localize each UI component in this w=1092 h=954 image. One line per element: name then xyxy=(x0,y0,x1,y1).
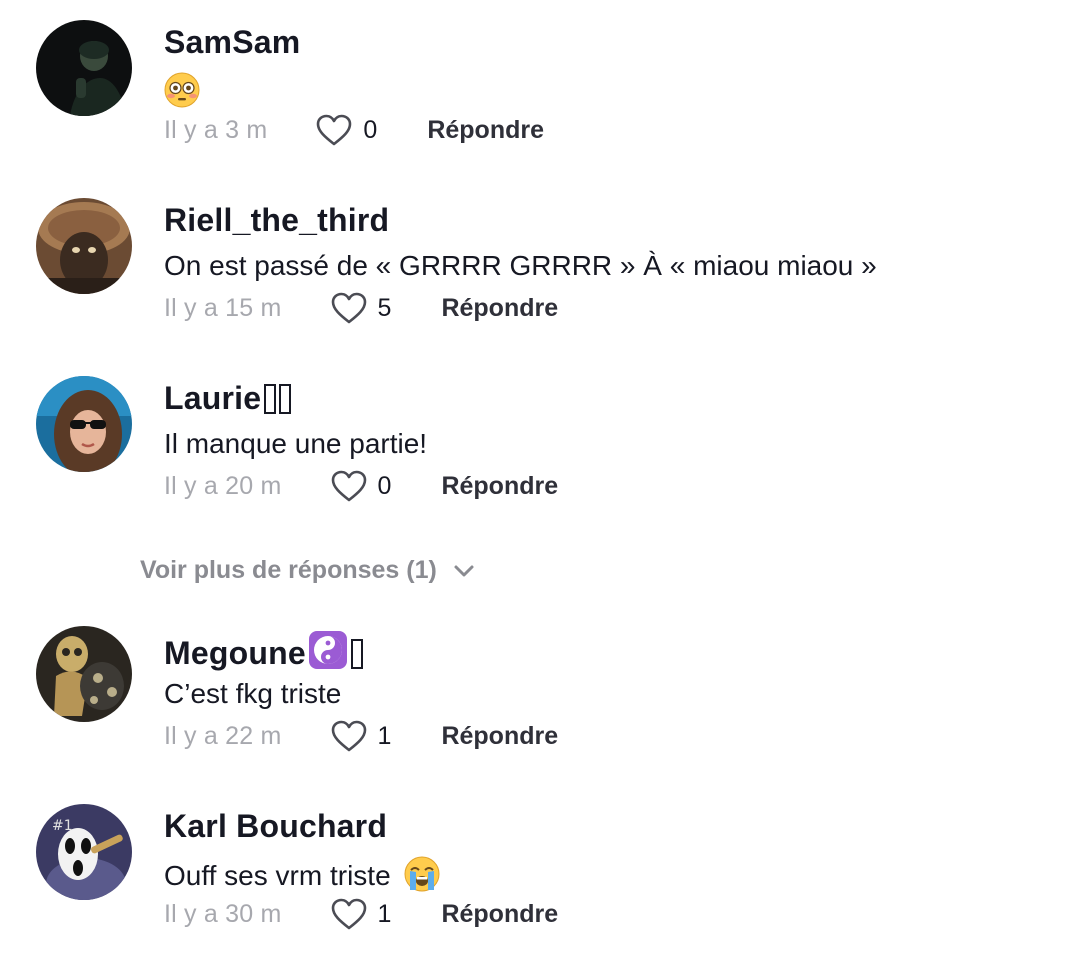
comment-meta: Il y a 20 m 0 Répondre xyxy=(164,464,558,508)
unsupported-glyph xyxy=(279,384,292,414)
like-button[interactable]: 0 xyxy=(330,469,392,503)
timestamp: Il y a 22 m xyxy=(164,721,282,750)
unsupported-glyph xyxy=(350,639,363,669)
comment-item: Riell_the_third On est passé de « GRRRR … xyxy=(0,178,1092,348)
avatar[interactable]: #1 xyxy=(36,804,132,900)
avatar[interactable] xyxy=(36,198,132,294)
username[interactable]: Laurie xyxy=(164,380,292,417)
like-count: 5 xyxy=(377,293,392,322)
heart-icon[interactable] xyxy=(330,469,368,503)
heart-icon[interactable] xyxy=(315,113,353,147)
svg-text:#1: #1 xyxy=(52,818,73,834)
username[interactable]: Karl Bouchard xyxy=(164,808,387,845)
reply-button[interactable]: Répondre xyxy=(441,722,558,751)
heart-icon[interactable] xyxy=(330,291,368,325)
heart-icon[interactable] xyxy=(330,897,368,931)
comment-meta: Il y a 3 m 0 Répondre xyxy=(164,108,544,152)
comment-text xyxy=(164,72,200,108)
username[interactable]: SamSam xyxy=(164,24,300,61)
timestamp: Il y a 3 m xyxy=(164,115,268,144)
unsupported-glyph xyxy=(264,384,277,414)
reply-button[interactable]: Répondre xyxy=(441,472,558,501)
timestamp: Il y a 15 m xyxy=(164,293,282,322)
comment-text-content: Ouff ses vrm triste xyxy=(164,860,391,891)
heart-icon[interactable] xyxy=(330,719,368,753)
like-button[interactable]: 0 xyxy=(315,113,377,147)
view-more-replies-button[interactable]: Voir plus de réponses (1) xyxy=(140,556,475,585)
like-button[interactable]: 1 xyxy=(330,719,392,753)
like-button[interactable]: 5 xyxy=(330,291,392,325)
avatar[interactable] xyxy=(36,376,132,472)
reply-button[interactable]: Répondre xyxy=(427,116,544,145)
like-count: 0 xyxy=(363,115,378,144)
comment-item: #1 Karl Bouchard Ouff ses vrm triste Il … xyxy=(0,784,1092,954)
like-count: 0 xyxy=(377,471,392,500)
like-button[interactable]: 1 xyxy=(330,897,392,931)
comment-text: Ouff ses vrm triste xyxy=(164,856,440,892)
loudly-crying-face-emoji xyxy=(404,856,440,892)
comment-meta: Il y a 15 m 5 Répondre xyxy=(164,286,558,330)
chevron-down-icon xyxy=(453,564,475,578)
username-text: Laurie xyxy=(164,380,262,416)
avatar[interactable] xyxy=(36,20,132,116)
flushed-face-emoji xyxy=(164,72,200,108)
comment-text: On est passé de « GRRRR GRRRR » À « miao… xyxy=(164,250,877,281)
reply-button[interactable]: Répondre xyxy=(441,900,558,929)
like-count: 1 xyxy=(377,899,392,928)
like-count: 1 xyxy=(377,721,392,750)
comment-meta: Il y a 22 m 1 Répondre xyxy=(164,714,558,758)
yin-yang-badge-icon xyxy=(308,631,347,669)
username[interactable]: Megoune xyxy=(164,630,363,672)
username[interactable]: Riell_the_third xyxy=(164,202,389,239)
reply-button[interactable]: Répondre xyxy=(441,294,558,323)
username-text: Megoune xyxy=(164,635,306,671)
timestamp: Il y a 30 m xyxy=(164,899,282,928)
comment-item: SamSam Il y a 3 m 0 Répondre xyxy=(0,0,1092,170)
comment-item: Laurie Il manque une partie! Il y a 20 m… xyxy=(0,356,1092,526)
avatar[interactable] xyxy=(36,626,132,722)
comment-item: Megoune C’est fkg triste Il y a 22 m 1 R… xyxy=(0,606,1092,776)
comment-text: Il manque une partie! xyxy=(164,428,428,459)
comment-meta: Il y a 30 m 1 Répondre xyxy=(164,892,558,936)
comment-text: C’est fkg triste xyxy=(164,678,342,709)
timestamp: Il y a 20 m xyxy=(164,471,282,500)
view-more-replies-label: Voir plus de réponses (1) xyxy=(140,556,437,584)
